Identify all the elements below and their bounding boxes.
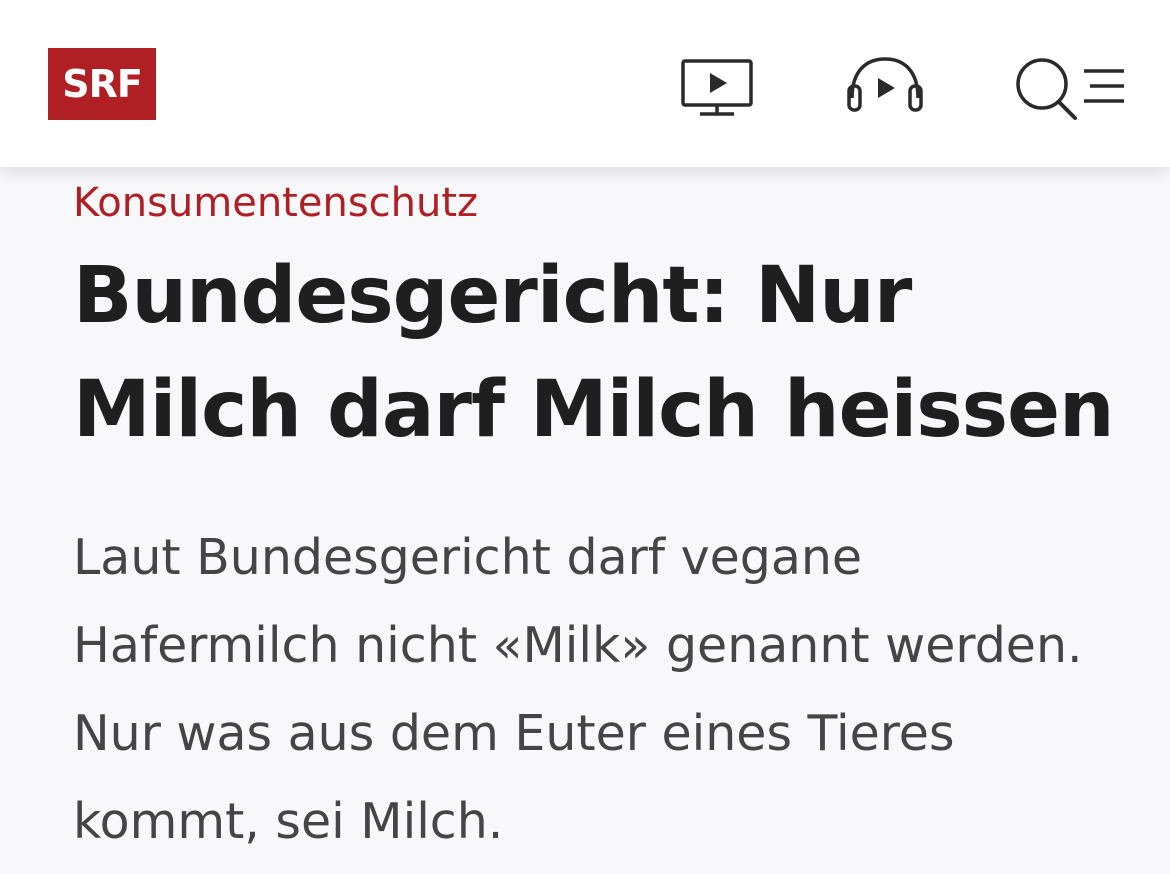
- article-title: Bundesgericht: Nur Milch darf Milch heis…: [73, 251, 1115, 455]
- article-kicker[interactable]: Konsumentenschutz: [73, 179, 478, 227]
- article-content: Konsumentenschutz Bundesgericht: Nur Mil…: [0, 167, 1170, 874]
- srf-logo[interactable]: SRF: [48, 48, 156, 120]
- search-icon[interactable]: [1014, 56, 1078, 122]
- top-navigation-bar: SRF: [0, 0, 1170, 167]
- menu-icon[interactable]: [1082, 66, 1126, 106]
- headphones-play-icon[interactable]: [845, 56, 925, 114]
- article-lead: Laut Bundesgericht darf vegane Hafermilc…: [73, 529, 1083, 850]
- tv-play-icon[interactable]: [680, 58, 754, 118]
